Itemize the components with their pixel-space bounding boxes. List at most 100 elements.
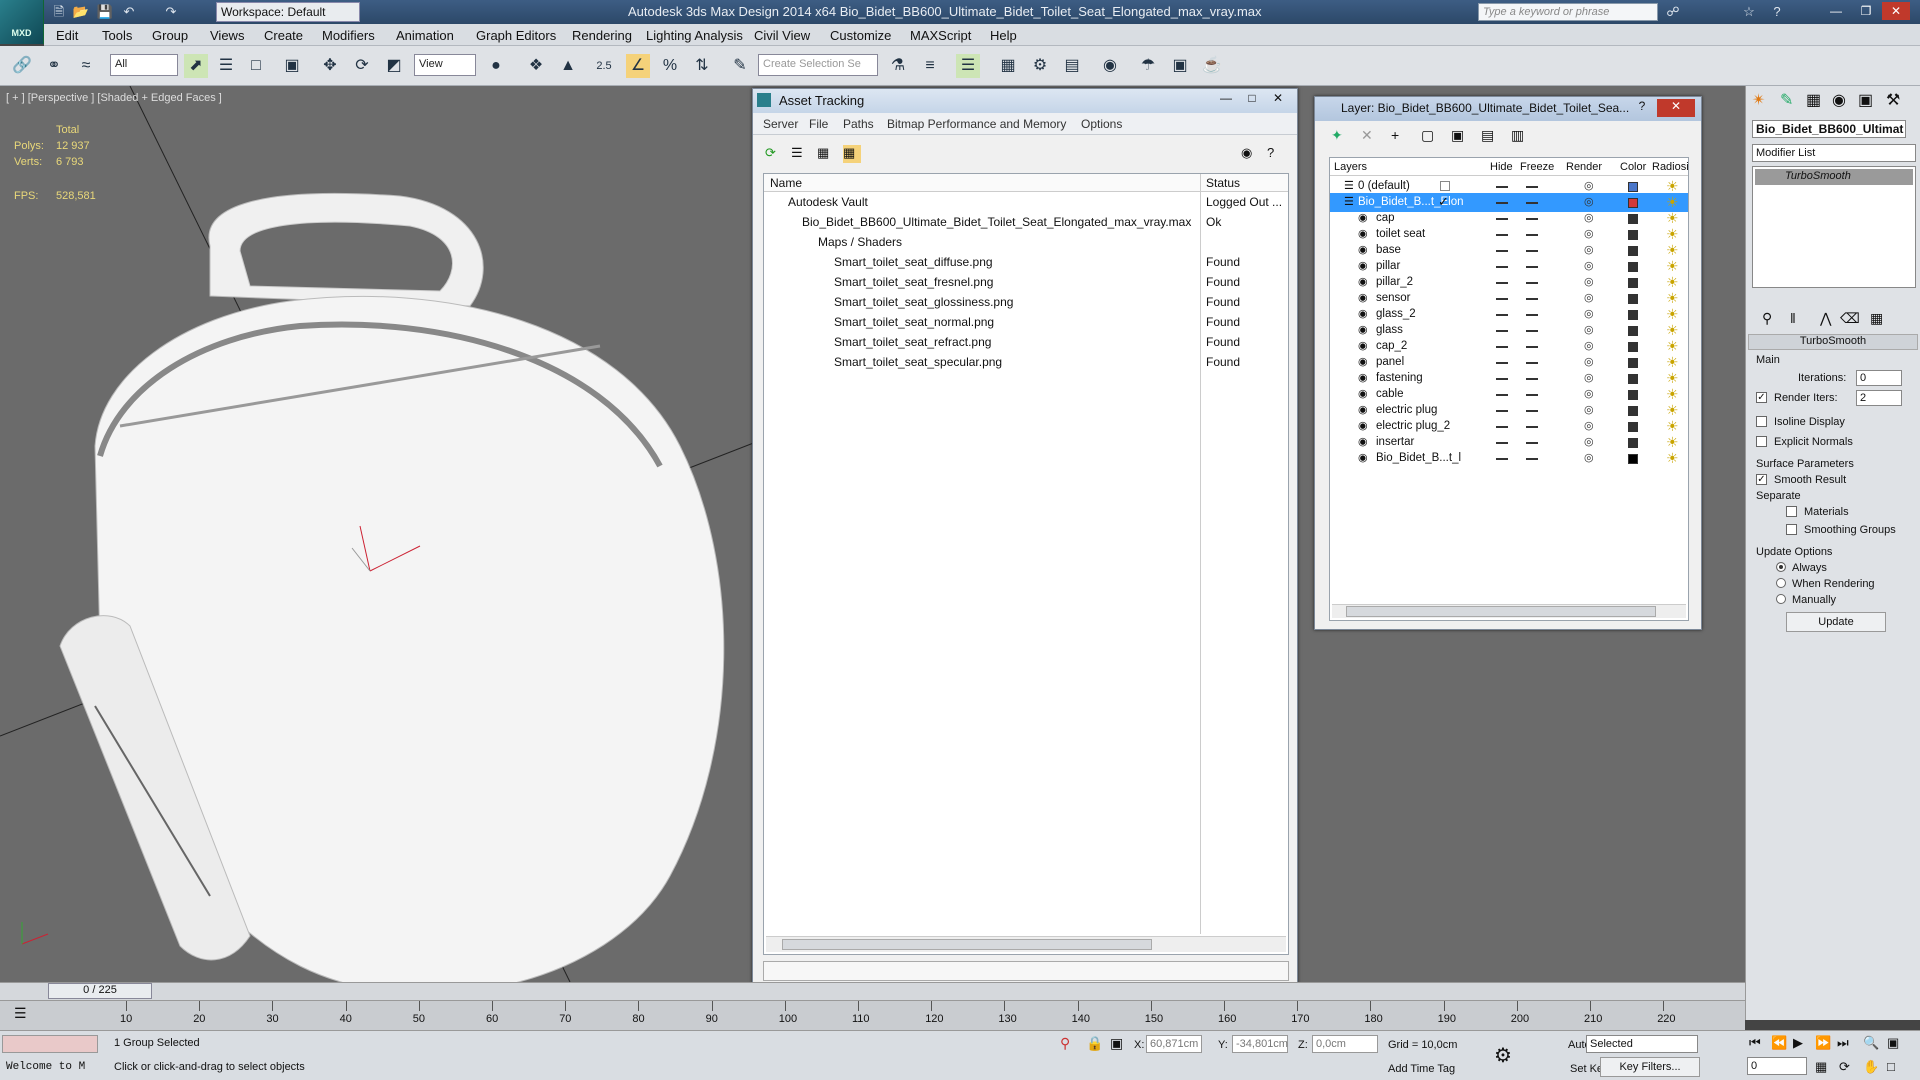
render-toggle-icon[interactable]: ◎ [1584, 404, 1600, 416]
asset-tracking-minimize-button[interactable]: — [1215, 91, 1237, 109]
modifier-stack-item[interactable]: TurboSmooth [1755, 169, 1913, 185]
pivot-center-icon[interactable]: ● [484, 54, 508, 78]
next-frame-icon[interactable]: ⏩ [1815, 1035, 1831, 1051]
turbosmooth-rollout-header[interactable]: TurboSmooth [1748, 334, 1918, 350]
goto-end-icon[interactable]: ⏭ [1837, 1035, 1849, 1051]
col-layers[interactable]: Layers [1334, 161, 1367, 173]
hide-toggle[interactable] [1496, 410, 1508, 412]
menu-views[interactable]: Views [210, 28, 244, 43]
isoline-checkbox[interactable] [1756, 416, 1767, 427]
at-menu-paths[interactable]: Paths [843, 117, 874, 131]
motion-tab-icon[interactable]: ◉ [1832, 90, 1846, 110]
redo-icon[interactable]: ↷ [162, 3, 180, 21]
z-coord-field[interactable]: 0,0cm [1312, 1035, 1378, 1053]
menu-graph-editors[interactable]: Graph Editors [476, 28, 556, 43]
asset-row-map[interactable]: Smart_toilet_seat_glossiness.png Found [764, 292, 1288, 312]
y-coord-field[interactable]: -34,801cm [1232, 1035, 1288, 1053]
col-name-header[interactable]: Name [770, 176, 802, 190]
scale-icon[interactable]: ◩ [382, 54, 406, 78]
freeze-toggle[interactable] [1526, 410, 1538, 412]
freeze-toggle[interactable] [1526, 186, 1538, 188]
render-toggle-icon[interactable]: ◎ [1584, 340, 1600, 352]
layer-color-swatch[interactable] [1628, 326, 1638, 336]
add-time-tag[interactable]: Add Time Tag [1388, 1063, 1455, 1075]
hide-toggle[interactable] [1496, 442, 1508, 444]
col-freeze[interactable]: Freeze [1520, 161, 1554, 173]
freeze-toggle[interactable] [1526, 394, 1538, 396]
layer-color-swatch[interactable] [1628, 406, 1638, 416]
scrollbar-thumb[interactable] [782, 939, 1152, 950]
render-toggle-icon[interactable]: ◎ [1584, 308, 1600, 320]
asset-path-field[interactable] [763, 961, 1289, 981]
menu-help[interactable]: Help [990, 28, 1017, 43]
rotate-icon[interactable]: ⟳ [350, 54, 374, 78]
asset-tracking-maximize-button[interactable]: □ [1241, 91, 1263, 109]
goto-start-icon[interactable]: ⏮ [1749, 1035, 1761, 1051]
render-iters-checkbox[interactable]: ✓ [1756, 392, 1767, 403]
freeze-toggle[interactable] [1526, 282, 1538, 284]
menu-create[interactable]: Create [264, 28, 303, 43]
hide-toggle[interactable] [1496, 314, 1508, 316]
absolute-mode-icon[interactable]: ▣ [1110, 1035, 1123, 1052]
list-view-icon[interactable]: ☰ [791, 145, 809, 163]
freeze-toggle[interactable] [1526, 330, 1538, 332]
layer-color-swatch[interactable] [1628, 182, 1638, 192]
maximize-viewport-icon[interactable]: □ [1887, 1059, 1895, 1074]
vault-login-icon[interactable]: ◉ [1241, 145, 1259, 163]
hide-toggle[interactable] [1496, 234, 1508, 236]
asset-row-map[interactable]: Smart_toilet_seat_diffuse.png Found [764, 252, 1288, 272]
render-toggle-icon[interactable]: ◎ [1584, 180, 1600, 192]
render-toggle-icon[interactable]: ◎ [1584, 228, 1600, 240]
align-icon[interactable]: ≡ [918, 54, 942, 78]
current-frame-field[interactable]: 0 [1747, 1057, 1807, 1075]
configure-sets-icon[interactable]: ▦ [1870, 310, 1883, 327]
freeze-toggle[interactable] [1526, 218, 1538, 220]
update-button[interactable]: Update [1786, 612, 1886, 632]
when-rendering-radio[interactable] [1776, 578, 1786, 588]
show-end-result-icon[interactable]: ‖ [1790, 310, 1796, 326]
layer-row[interactable]: ◉ Bio_Bidet_B...t_l ◎ ☀ [1330, 449, 1688, 468]
layer-hscrollbar[interactable] [1332, 604, 1686, 618]
hide-toggle[interactable] [1496, 394, 1508, 396]
menu-modifiers[interactable]: Modifiers [322, 28, 375, 43]
layer-color-swatch[interactable] [1628, 438, 1638, 448]
hide-toggle[interactable] [1496, 362, 1508, 364]
select-object-icon[interactable]: ⬈ [184, 54, 208, 78]
hide-toggle[interactable] [1496, 426, 1508, 428]
key-icon[interactable]: ⚙ [1494, 1043, 1512, 1068]
viewport-label[interactable]: [ + ] [Perspective ] [Shaded + Edged Fac… [6, 92, 222, 104]
layer-color-swatch[interactable] [1628, 198, 1638, 208]
col-color[interactable]: Color [1620, 161, 1646, 173]
link-icon[interactable]: 🔗 [10, 54, 34, 78]
layer-color-swatch[interactable] [1628, 422, 1638, 432]
freeze-toggle[interactable] [1526, 314, 1538, 316]
highlight-layer-icon[interactable]: ▣ [1451, 127, 1464, 144]
hide-toggle[interactable] [1496, 250, 1508, 252]
mirror-icon[interactable]: ⚗ [886, 54, 910, 78]
freeze-toggle[interactable] [1526, 266, 1538, 268]
named-selection-dropdown[interactable]: Create Selection Se [758, 54, 878, 76]
restore-button[interactable]: ❐ [1852, 2, 1880, 20]
layer-color-swatch[interactable] [1628, 214, 1638, 224]
key-mode-dropdown[interactable]: Selected [1586, 1035, 1698, 1053]
menu-maxscript[interactable]: MAXScript [910, 28, 971, 43]
hide-toggle[interactable] [1496, 458, 1508, 460]
star-icon[interactable]: ☆ [1740, 3, 1758, 21]
help-icon[interactable]: ? [1768, 3, 1786, 21]
radiosity-icon[interactable]: ☀ [1666, 450, 1679, 467]
time-slider-track[interactable] [0, 982, 1745, 1000]
render-toggle-icon[interactable]: ◎ [1584, 212, 1600, 224]
orbit-icon[interactable]: ⟳ [1839, 1059, 1850, 1075]
key-filters-button[interactable]: Key Filters... [1600, 1057, 1700, 1077]
material-editor-icon[interactable]: ◉ [1098, 54, 1122, 78]
unlink-icon[interactable]: ⚭ [42, 54, 66, 78]
render-setup-icon[interactable]: ☂ [1136, 54, 1160, 78]
select-objects-icon[interactable]: ▢ [1421, 127, 1434, 144]
add-to-layer-icon[interactable]: + [1391, 127, 1399, 143]
manually-radio[interactable] [1776, 594, 1786, 604]
time-config-icon[interactable]: ▦ [1815, 1059, 1827, 1075]
hide-toggle[interactable] [1496, 378, 1508, 380]
play-icon[interactable]: ▶ [1793, 1035, 1803, 1051]
freeze-toggle[interactable] [1526, 250, 1538, 252]
render-toggle-icon[interactable]: ◎ [1584, 388, 1600, 400]
